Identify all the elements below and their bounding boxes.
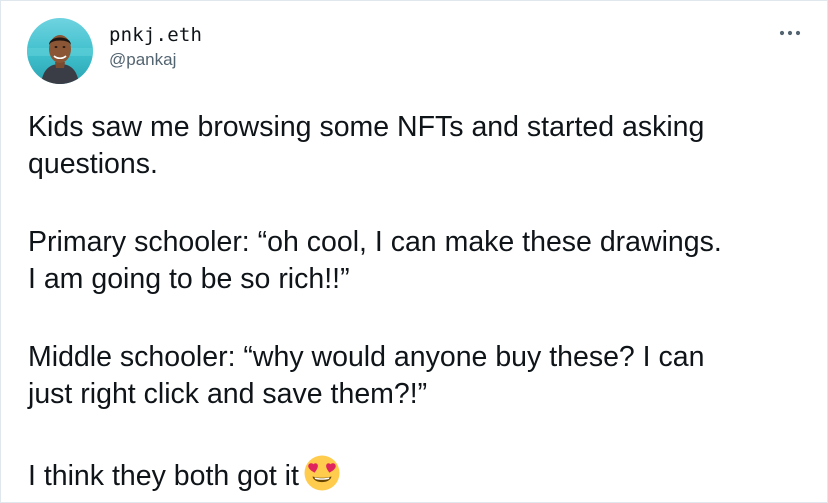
user-handle[interactable]: @pankaj: [109, 49, 202, 71]
avatar[interactable]: [27, 18, 93, 84]
tweet-card: pnkj.eth @pankaj Kids saw me browsing so…: [0, 0, 828, 503]
more-horizontal-icon: [779, 30, 801, 36]
tweet-paragraph-text: I think they both got it: [28, 460, 299, 492]
tweet-header: pnkj.eth @pankaj: [27, 18, 202, 84]
tweet-paragraph: Middle schooler: “why would anyone buy t…: [28, 341, 705, 410]
tweet-paragraph: Primary schooler: “oh cool, I can make t…: [28, 226, 722, 295]
user-info: pnkj.eth @pankaj: [109, 24, 202, 71]
more-options-button[interactable]: [775, 23, 805, 43]
heart-eyes-emoji-icon: [303, 454, 341, 492]
display-name[interactable]: pnkj.eth: [109, 24, 202, 46]
avatar-image: [27, 18, 93, 84]
tweet-paragraph: Kids saw me browsing some NFTs and start…: [28, 111, 705, 180]
tweet-text: Kids saw me browsing some NFTs and start…: [28, 109, 808, 495]
tweet-paragraph-last: I think they both got it: [28, 454, 808, 495]
